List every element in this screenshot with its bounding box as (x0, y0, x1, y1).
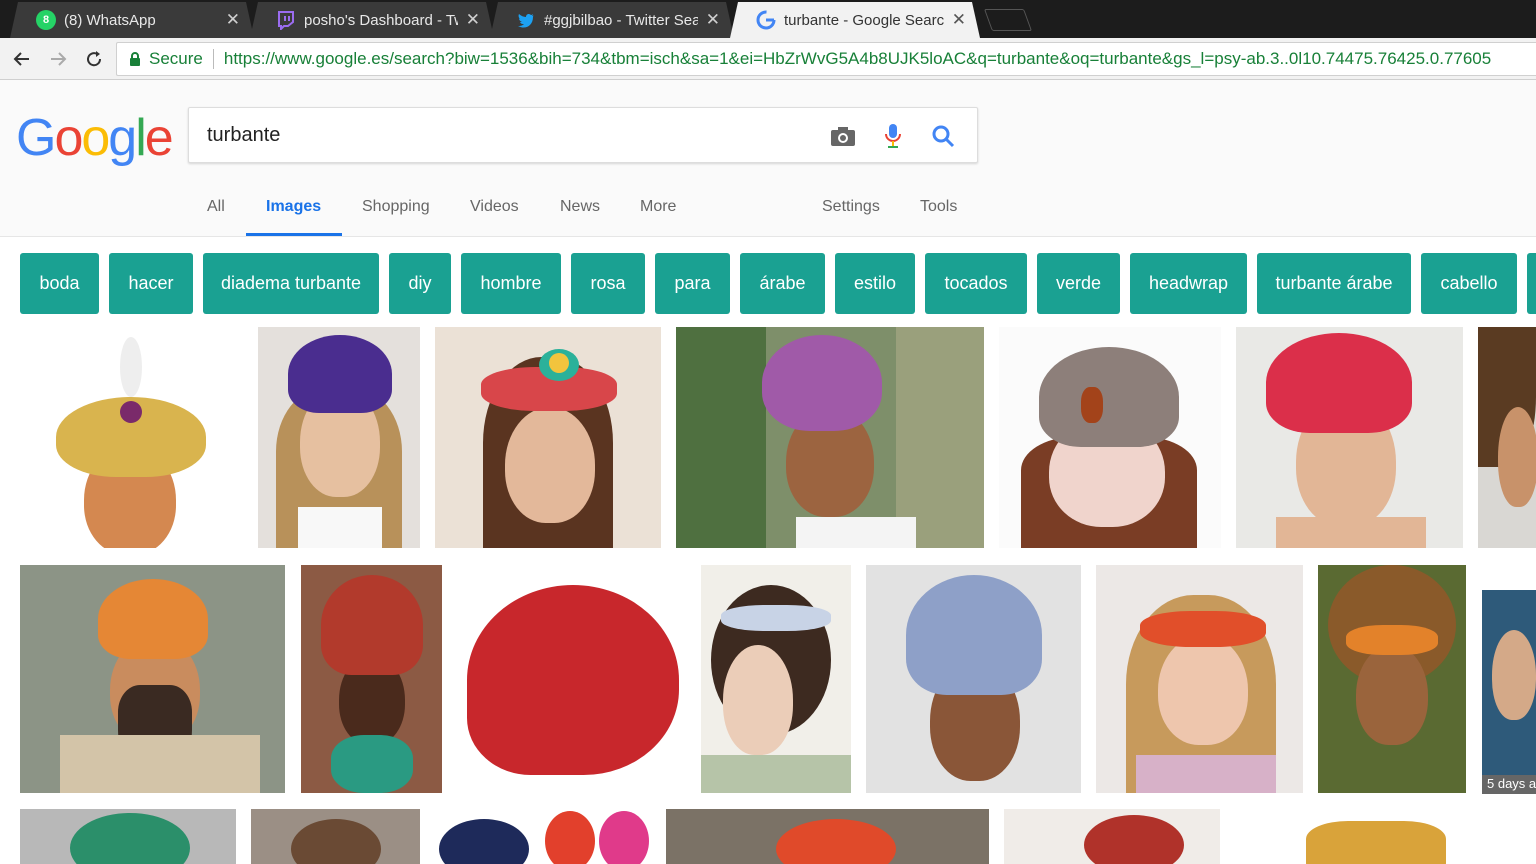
search-header: Google turbante All Images Shopping Vide… (0, 80, 1536, 237)
image-result[interactable] (666, 809, 989, 864)
chip[interactable]: headwrap (1130, 253, 1247, 314)
image-result[interactable] (20, 565, 285, 793)
image-result[interactable] (258, 327, 420, 548)
image-result[interactable] (866, 565, 1081, 793)
twitch-icon (276, 10, 296, 30)
tab-title: posho's Dashboard - Twitch (304, 11, 458, 29)
tab-twitch[interactable]: posho's Dashboard - Twitch ✕ (250, 2, 494, 38)
logo-letter: l (135, 109, 146, 167)
chip[interactable]: diadema turbante (203, 253, 379, 314)
image-result[interactable] (1236, 327, 1463, 548)
chip[interactable]: rosa (571, 253, 645, 314)
search-query: turbante (207, 124, 281, 146)
forward-button[interactable] (46, 47, 70, 71)
tab-all[interactable]: All (207, 198, 225, 216)
image-result[interactable] (1096, 565, 1303, 793)
arrow-left-icon (13, 52, 29, 66)
image-result[interactable] (1004, 809, 1220, 864)
logo-letter: o (81, 109, 110, 167)
image-result[interactable] (701, 565, 851, 793)
camera-icon[interactable] (829, 122, 857, 150)
image-result[interactable] (1318, 565, 1466, 793)
new-tab-button[interactable] (983, 9, 1033, 31)
image-result[interactable] (1296, 815, 1456, 864)
date-badge: 5 days ago (1482, 775, 1536, 794)
divider (212, 49, 214, 69)
logo-letter: o (54, 109, 83, 167)
tab-more[interactable]: More (640, 198, 676, 216)
microphone-icon[interactable] (879, 122, 907, 150)
chip[interactable]: cabello (1421, 253, 1517, 314)
chip[interactable]: verde (1037, 253, 1120, 314)
chip[interactable]: diy (389, 253, 451, 314)
tab-whatsapp[interactable]: 8 (8) WhatsApp ✕ (10, 2, 254, 38)
chip[interactable]: para (655, 253, 730, 314)
lock-icon (130, 52, 140, 66)
tab-strip: 8 (8) WhatsApp ✕ posho's Dashboard - Twi… (0, 0, 1536, 38)
whatsapp-icon: 8 (36, 10, 56, 30)
back-button[interactable] (10, 47, 34, 71)
logo-letter: e (144, 109, 174, 167)
chip[interactable]: hombre (461, 253, 561, 314)
google-logo[interactable]: Google (16, 108, 174, 168)
tab-settings[interactable]: Settings (822, 198, 880, 216)
search-input[interactable]: turbante (188, 107, 978, 163)
image-result[interactable] (999, 327, 1221, 548)
related-search-chips: boda hacer diadema turbante diy hombre r… (0, 253, 1536, 314)
image-result[interactable] (20, 327, 242, 548)
image-result[interactable] (435, 809, 651, 864)
tab-videos[interactable]: Videos (470, 198, 519, 216)
tab-shopping[interactable]: Shopping (362, 198, 430, 216)
secure-label: Secure (149, 49, 203, 68)
tab-twitter[interactable]: #ggjbilbao - Twitter Search ✕ (490, 2, 734, 38)
active-tab-indicator (246, 233, 342, 236)
url-field[interactable]: Secure https://www.google.es/search?biw=… (116, 42, 1536, 76)
image-result[interactable] (1478, 327, 1536, 548)
logo-letter: G (16, 109, 56, 167)
close-icon[interactable]: ✕ (952, 10, 966, 30)
search-nav: All Images Shopping Videos News More Set… (0, 190, 1100, 237)
image-result[interactable] (301, 565, 442, 793)
image-result[interactable] (435, 327, 661, 548)
tab-title: #ggjbilbao - Twitter Search (544, 11, 698, 29)
chip[interactable]: tocados (925, 253, 1027, 314)
logo-letter: g (108, 109, 137, 167)
search-icon[interactable] (929, 122, 957, 150)
close-icon[interactable]: ✕ (706, 10, 720, 30)
image-result[interactable] (1482, 590, 1536, 775)
chip-overflow[interactable] (1527, 253, 1536, 314)
chip[interactable]: árabe (740, 253, 825, 314)
reload-button[interactable] (82, 47, 106, 71)
twitter-icon (516, 10, 536, 30)
chip[interactable]: turbante árabe (1257, 253, 1411, 314)
tab-news[interactable]: News (560, 198, 600, 216)
tab-title: (8) WhatsApp (64, 11, 156, 29)
url-text: https://www.google.es/search?biw=1536&bi… (223, 49, 1492, 68)
tab-title: turbante - Google Search (784, 11, 944, 29)
tab-tools[interactable]: Tools (920, 198, 957, 216)
reload-icon (87, 51, 102, 67)
close-icon[interactable]: ✕ (466, 10, 480, 30)
chip[interactable]: boda (20, 253, 99, 314)
image-result[interactable] (457, 565, 687, 793)
google-icon (756, 10, 776, 30)
close-icon[interactable]: ✕ (226, 10, 240, 30)
image-result[interactable] (251, 809, 420, 864)
chip[interactable]: hacer (109, 253, 193, 314)
arrow-right-icon (51, 52, 67, 66)
chip[interactable]: estilo (835, 253, 915, 314)
image-result[interactable] (676, 327, 984, 548)
image-result[interactable] (20, 809, 236, 864)
address-bar: Secure https://www.google.es/search?biw=… (0, 38, 1536, 80)
tab-google-search[interactable]: turbante - Google Search ✕ (730, 2, 980, 38)
tab-images[interactable]: Images (266, 198, 321, 216)
